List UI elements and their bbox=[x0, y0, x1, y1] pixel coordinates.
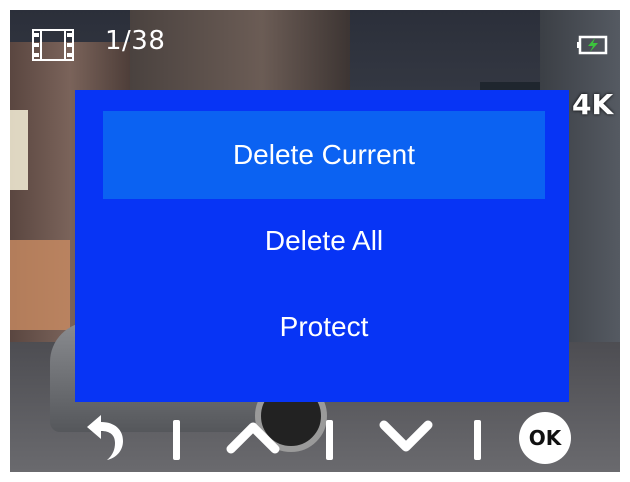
film-strip-icon bbox=[32, 29, 74, 61]
menu-item-label: Delete All bbox=[264, 225, 384, 256]
menu-item-label: Protect bbox=[279, 311, 369, 342]
menu-item-delete-current[interactable]: Delete Current bbox=[103, 111, 545, 199]
background-light bbox=[10, 240, 70, 330]
battery-charging-icon bbox=[577, 35, 608, 55]
button-separator bbox=[173, 420, 180, 460]
up-button[interactable] bbox=[222, 408, 284, 466]
back-button[interactable] bbox=[80, 408, 130, 466]
resolution-badge: 4K bbox=[572, 88, 614, 121]
menu-item-delete-all[interactable]: Delete All bbox=[103, 197, 545, 285]
camera-screen: 1/38 4K Delete Current Delete All Protec… bbox=[10, 10, 620, 472]
button-separator bbox=[474, 420, 481, 460]
background-light bbox=[10, 110, 28, 190]
chevron-up-icon bbox=[226, 422, 280, 454]
menu-item-label: Delete Current bbox=[232, 139, 416, 170]
menu-item-protect[interactable]: Protect bbox=[103, 283, 545, 371]
back-arrow-icon bbox=[87, 415, 123, 460]
down-button[interactable] bbox=[375, 408, 437, 466]
ok-button[interactable]: OK bbox=[519, 412, 571, 464]
chevron-down-icon bbox=[379, 420, 433, 452]
ok-label: OK bbox=[528, 426, 562, 450]
status-bar: 1/38 bbox=[10, 10, 620, 80]
button-bar: OK bbox=[10, 402, 620, 472]
file-counter: 1/38 bbox=[105, 26, 166, 56]
playback-menu: Delete Current Delete All Protect bbox=[75, 90, 569, 402]
button-separator bbox=[326, 420, 333, 460]
